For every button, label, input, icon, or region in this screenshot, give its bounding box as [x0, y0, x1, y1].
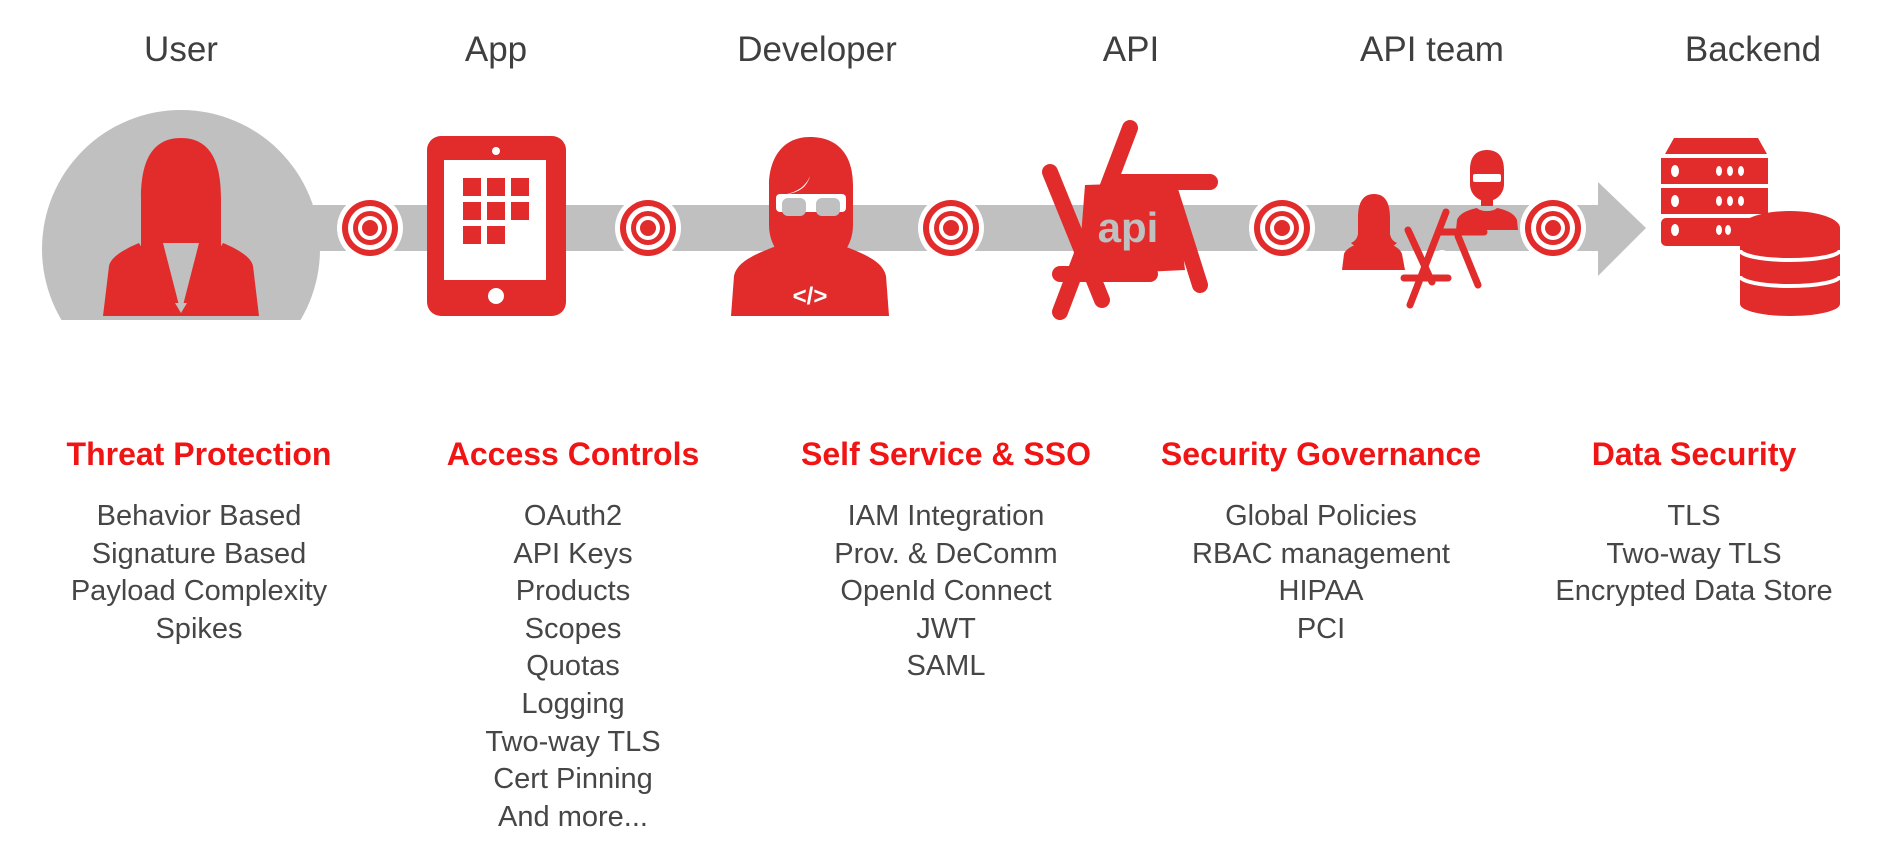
- list-item: Spikes: [155, 612, 243, 645]
- list-item: OAuth2: [523, 500, 623, 532]
- list-item: Global Policies: [1225, 500, 1417, 532]
- list-item: Products: [515, 575, 631, 608]
- section-title: Self Service & SSO: [801, 436, 1091, 472]
- list-item: Two-way TLS: [1606, 537, 1782, 570]
- section-self-service-sso: Self Service & SSO IAM Integration Prov.…: [756, 432, 1136, 686]
- section-data-security: Data Security TLS Two-way TLS Encrypted …: [1504, 432, 1884, 611]
- stage-label-backend: Backend: [1684, 30, 1822, 69]
- list-item: PCI: [1296, 612, 1346, 645]
- list-item: Prov. & DeComm: [834, 537, 1058, 570]
- stage-label-app: App: [464, 30, 528, 69]
- feature-list: TLS Two-way TLS Encrypted Data Store: [1504, 498, 1884, 611]
- feature-list: OAuth2 API Keys Products Scopes Quotas L…: [383, 498, 763, 836]
- list-item: Encrypted Data Store: [1555, 575, 1833, 608]
- stage-label-api-team: API team: [1360, 30, 1504, 69]
- list-item: Quotas: [526, 650, 620, 683]
- feature-list: IAM Integration Prov. & DeComm OpenId Co…: [756, 498, 1136, 686]
- stage-label-user: User: [144, 30, 218, 69]
- list-item: HIPAA: [1278, 575, 1364, 608]
- target-icon: [918, 195, 984, 261]
- target-icon: [337, 195, 403, 261]
- tablet-app-icon: [427, 136, 566, 316]
- svg-text:</>: </>: [793, 283, 828, 310]
- section-title: Threat Protection: [66, 436, 332, 472]
- list-item: Two-way TLS: [485, 725, 661, 758]
- list-item: IAM Integration: [847, 500, 1045, 532]
- section-title: Security Governance: [1160, 436, 1482, 472]
- section-title: Access Controls: [446, 436, 700, 472]
- section-threat-protection: Threat Protection Behavior Based Signatu…: [9, 432, 389, 648]
- stage-label-developer: Developer: [737, 30, 897, 69]
- list-item: Logging: [521, 687, 625, 720]
- list-item: RBAC management: [1192, 537, 1450, 570]
- api-logo-text: api: [1098, 204, 1159, 251]
- feature-list: Global Policies RBAC management HIPAA PC…: [1131, 498, 1511, 648]
- list-item: Behavior Based: [96, 500, 302, 532]
- api-security-diagram: </> api User App Developer API API team …: [0, 0, 1888, 868]
- section-security-governance: Security Governance Global Policies RBAC…: [1131, 432, 1511, 648]
- list-item: SAML: [906, 650, 986, 683]
- flow-arrowhead: [1598, 182, 1646, 276]
- list-item: And more...: [498, 800, 648, 833]
- list-item: JWT: [916, 612, 976, 645]
- target-icon: [1520, 195, 1586, 261]
- list-item: API Keys: [513, 537, 633, 570]
- list-item: Payload Complexity: [70, 575, 328, 608]
- list-item: Signature Based: [91, 537, 307, 570]
- target-icon: [615, 195, 681, 261]
- section-access-controls: Access Controls OAuth2 API Keys Products…: [383, 432, 763, 836]
- feature-list: Behavior Based Signature Based Payload C…: [9, 498, 389, 648]
- list-item: OpenId Connect: [840, 575, 1052, 608]
- target-icon: [1249, 195, 1315, 261]
- api-logo-icon: api: [1042, 120, 1218, 320]
- section-title: Data Security: [1591, 436, 1797, 472]
- stage-label-api: API: [1102, 30, 1160, 69]
- list-item: Cert Pinning: [493, 763, 653, 796]
- list-item: TLS: [1667, 500, 1721, 532]
- list-item: Scopes: [524, 612, 622, 645]
- server-database-icon: [1661, 138, 1842, 316]
